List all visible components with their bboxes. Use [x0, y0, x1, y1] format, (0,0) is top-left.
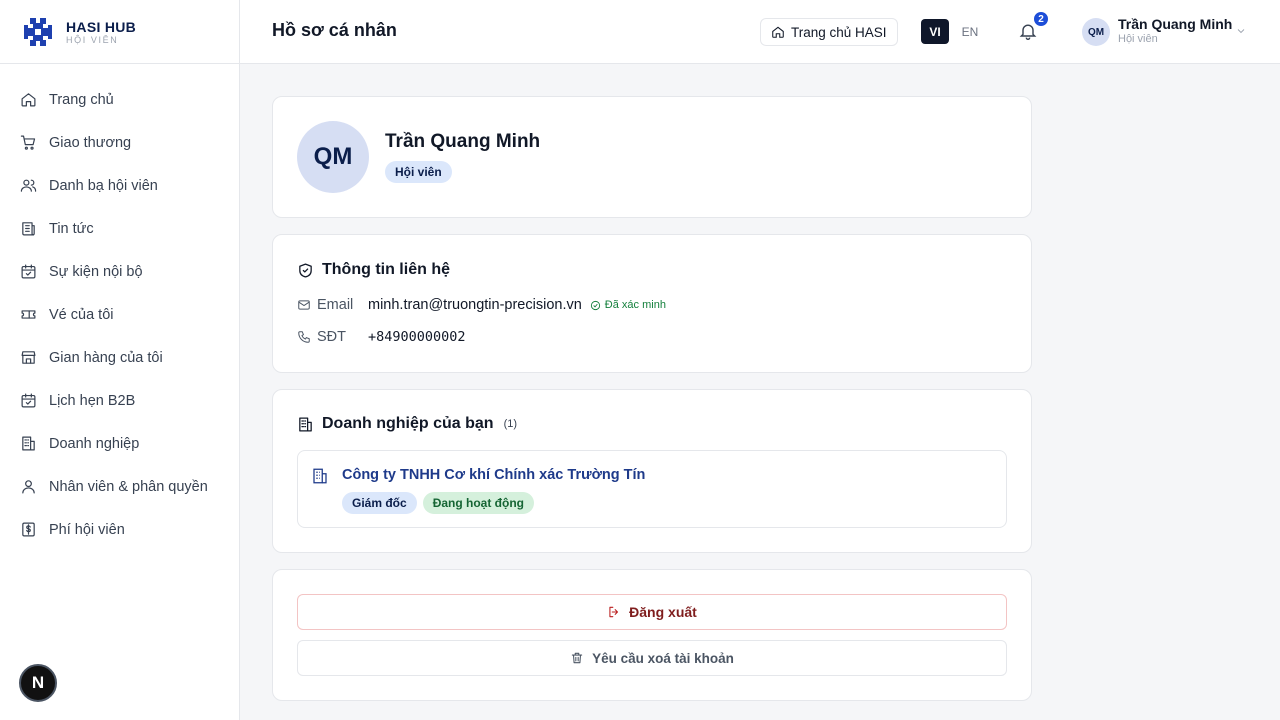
building-icon: [22, 436, 35, 451]
contact-card: Thông tin liên hệ Email minh.tran@truong…: [272, 234, 1032, 373]
phone-row: SĐT +84900000002: [297, 329, 466, 345]
newspaper-icon: [22, 222, 35, 236]
sidebar: HASI HUB HỘI VIÊN Trang chủ Giao thương …: [0, 0, 240, 720]
sidebar-item-my-booth[interactable]: Gian hàng của tôi: [0, 336, 239, 379]
sidebar-item-label: Sự kiện nội bộ: [49, 263, 143, 280]
contact-section-title: Thông tin liên hệ: [297, 261, 450, 279]
sidebar-item-internal-events[interactable]: Sự kiện nội bộ: [0, 250, 239, 293]
company-name[interactable]: Công ty TNHH Cơ khí Chính xác Trường Tín: [342, 467, 645, 483]
sidebar-item-label: Phí hội viên: [49, 521, 125, 538]
sidebar-item-label: Lịch hẹn B2B: [49, 392, 136, 409]
sidebar-item-label: Nhân viên & phân quyền: [49, 478, 208, 495]
brand-name: HASI HUB: [66, 18, 137, 35]
phone-value: +84900000002: [368, 329, 466, 345]
sidebar-item-b2b-meetings[interactable]: Lịch hẹn B2B: [0, 379, 239, 422]
company-role-badge: Giám đốc: [342, 492, 417, 514]
hasi-home-label: Trang chủ HASI: [791, 24, 887, 40]
delete-account-button[interactable]: Yêu cầu xoá tài khoản: [297, 640, 1007, 676]
sidebar-item-label: Giao thương: [49, 134, 132, 151]
contact-title-text: Thông tin liên hệ: [322, 261, 450, 278]
sidebar-item-business[interactable]: Doanh nghiệp: [0, 422, 239, 465]
building-icon: [311, 467, 329, 485]
role-badge: Hội viên: [385, 161, 452, 183]
sidebar-item-member-directory[interactable]: Danh bạ hội viên: [0, 164, 239, 207]
account-actions-card: Đăng xuất Yêu cầu xoá tài khoản: [272, 569, 1032, 701]
user-name[interactable]: Trần Quang Minh: [1118, 16, 1232, 32]
ticket-icon: [21, 310, 36, 319]
dollar-icon: [22, 522, 35, 537]
home-icon: [772, 26, 784, 38]
phone-label: SĐT: [317, 329, 346, 345]
shield-check-icon: [299, 262, 312, 278]
sidebar-item-my-tickets[interactable]: Vé của tôi: [0, 293, 239, 336]
sidebar-item-label: Vé của tôi: [49, 306, 114, 323]
profile-name: Trần Quang Minh: [385, 131, 541, 152]
email-verified-badge: Đã xác minh: [590, 299, 666, 311]
building-icon: [299, 416, 312, 432]
sidebar-item-trade[interactable]: Giao thương: [0, 121, 239, 164]
hasi-home-button[interactable]: Trang chủ HASI: [760, 18, 898, 46]
users-icon: [20, 179, 37, 192]
company-status-badge: Đang hoạt động: [422, 492, 535, 514]
phone-icon: [297, 330, 311, 344]
company-title-text: Doanh nghiệp của bạn: [322, 415, 494, 432]
email-label: Email: [317, 297, 354, 313]
company-section-title: Doanh nghiệp của bạn (1): [297, 415, 517, 433]
email-status-text: Đã xác minh: [604, 299, 666, 311]
calendar-check-icon: [21, 264, 36, 279]
sidebar-item-label: Doanh nghiệp: [49, 435, 140, 452]
language-vi-button[interactable]: VI: [921, 19, 949, 44]
hasi-logo-icon: [22, 16, 54, 48]
mail-icon: [297, 298, 311, 312]
trash-icon: [571, 652, 583, 664]
profile-card: QM Trần Quang Minh Hội viên: [272, 96, 1032, 218]
page-title: Hồ sơ cá nhân: [272, 20, 397, 40]
chevron-down-icon[interactable]: [1235, 25, 1247, 37]
language-en-button[interactable]: EN: [956, 19, 984, 44]
next-dev-button[interactable]: N: [19, 664, 57, 702]
sidebar-item-label: Gian hàng của tôi: [49, 349, 163, 366]
brand-subtitle: HỘI VIÊN: [66, 34, 119, 45]
next-logo-icon: N: [31, 673, 45, 692]
notification-count-badge: 2: [1032, 10, 1050, 28]
user-icon: [22, 480, 35, 494]
company-list-item[interactable]: Công ty TNHH Cơ khí Chính xác Trường Tín…: [297, 450, 1007, 528]
sidebar-nav: Trang chủ Giao thương Danh bạ hội viên T…: [0, 64, 239, 551]
user-role: Hội viên: [1118, 33, 1158, 45]
top-header: Hồ sơ cá nhân Trang chủ HASI VI EN 2 QM …: [240, 0, 1280, 64]
home-icon: [21, 93, 36, 107]
sidebar-item-label: Tin tức: [49, 220, 94, 237]
calendar-check-icon: [21, 393, 36, 408]
sidebar-item-label: Trang chủ: [49, 91, 114, 108]
sidebar-item-label: Danh bạ hội viên: [49, 177, 158, 194]
store-icon: [21, 351, 36, 364]
company-count: (1): [503, 418, 518, 430]
logout-button[interactable]: Đăng xuất: [297, 594, 1007, 630]
check-circle-icon: [590, 300, 600, 310]
profile-avatar: QM: [297, 121, 369, 193]
brand[interactable]: HASI HUB HỘI VIÊN: [0, 0, 239, 64]
company-card: Doanh nghiệp của bạn (1) Công ty TNHH Cơ…: [272, 389, 1032, 553]
sidebar-item-home[interactable]: Trang chủ: [0, 78, 239, 121]
cart-icon: [20, 135, 36, 150]
logout-label: Đăng xuất: [629, 604, 697, 620]
delete-account-label: Yêu cầu xoá tài khoản: [592, 650, 734, 666]
user-avatar[interactable]: QM: [1082, 18, 1110, 46]
sidebar-item-news[interactable]: Tin tức: [0, 207, 239, 250]
sidebar-item-staff-permissions[interactable]: Nhân viên & phân quyền: [0, 465, 239, 508]
logout-icon: [609, 606, 619, 618]
email-value: minh.tran@truongtin-precision.vn: [368, 297, 582, 313]
sidebar-item-membership-fee[interactable]: Phí hội viên: [0, 508, 239, 551]
email-row: Email minh.tran@truongtin-precision.vn Đ…: [297, 297, 666, 313]
